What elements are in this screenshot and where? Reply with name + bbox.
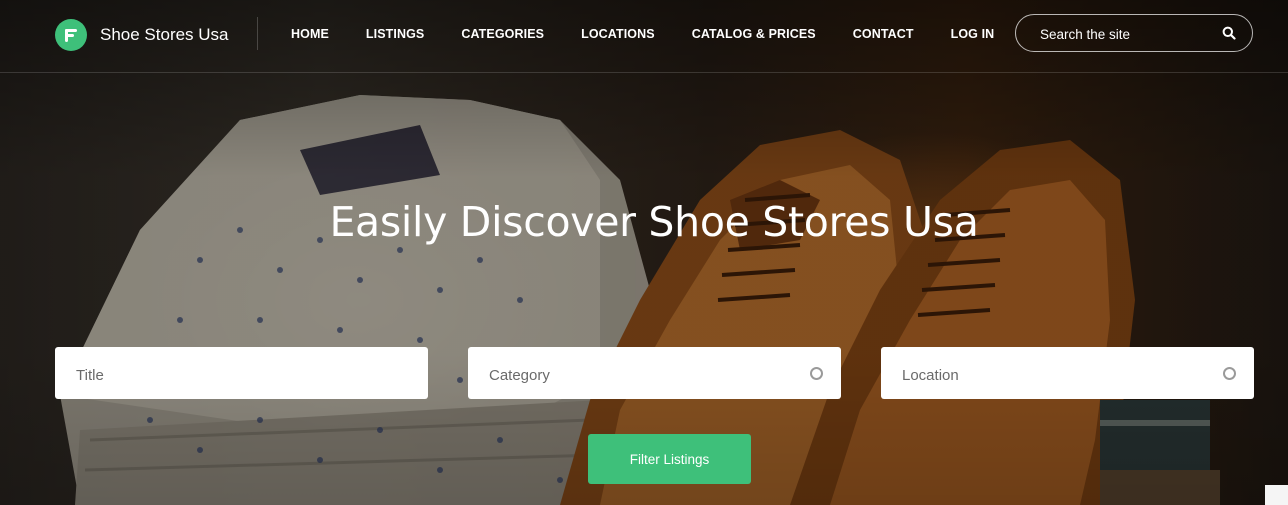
site-header: Shoe Stores Usa HOME LISTINGS CATEGORIES… xyxy=(0,0,1288,73)
nav-item-categories[interactable]: CATEGORIES xyxy=(461,27,544,41)
nav-item-locations[interactable]: LOCATIONS xyxy=(581,27,655,41)
filter-listings-button[interactable]: Filter Listings xyxy=(588,434,751,484)
hero-headline: Easily Discover Shoe Stores Usa xyxy=(329,198,979,246)
hero-section xyxy=(0,0,1288,505)
header-divider xyxy=(257,17,258,50)
search-icon[interactable] xyxy=(1222,26,1236,40)
brand-name: Shoe Stores Usa xyxy=(100,25,229,44)
nav-item-home[interactable]: HOME xyxy=(291,27,329,41)
nav-item-listings[interactable]: LISTINGS xyxy=(366,27,424,41)
logo-icon xyxy=(55,19,87,51)
location-select[interactable] xyxy=(900,363,1204,387)
site-search xyxy=(1015,14,1253,52)
nav-item-catalog-prices[interactable]: CATALOG & PRICES xyxy=(692,27,816,41)
page-corner-widget xyxy=(1265,485,1288,505)
nav-item-contact[interactable]: CONTACT xyxy=(853,27,914,41)
dropdown-circle-icon xyxy=(1223,367,1236,380)
main-nav: HOME LISTINGS CATEGORIES LOCATIONS CATAL… xyxy=(291,27,1031,41)
category-select[interactable] xyxy=(487,363,791,387)
hero-overlay xyxy=(0,0,1288,505)
title-input[interactable] xyxy=(74,363,378,387)
category-field[interactable] xyxy=(468,347,841,399)
search-input[interactable] xyxy=(1038,24,1212,44)
nav-item-login[interactable]: LOG IN xyxy=(951,27,995,41)
title-field xyxy=(55,347,428,399)
site-logo[interactable]: Shoe Stores Usa xyxy=(55,19,229,51)
dropdown-circle-icon xyxy=(810,367,823,380)
location-field[interactable] xyxy=(881,347,1254,399)
